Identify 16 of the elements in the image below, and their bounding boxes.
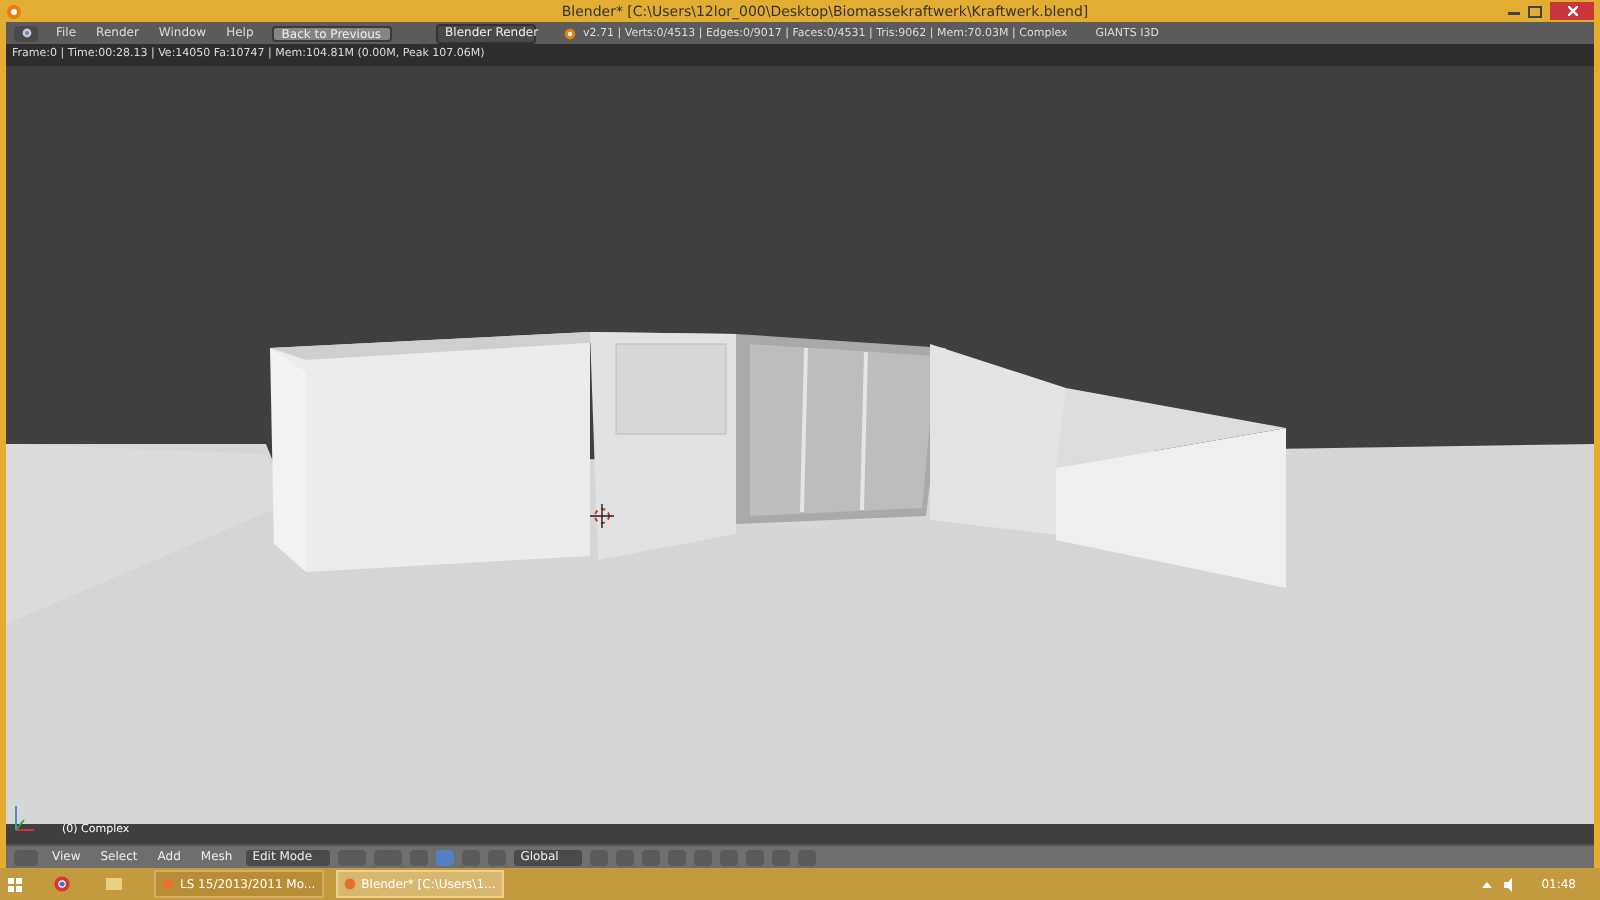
browser-icon[interactable] xyxy=(54,876,70,892)
maximize-icon[interactable] xyxy=(1528,5,1542,17)
blender-logo-icon xyxy=(563,27,576,39)
volume-icon[interactable] xyxy=(1503,877,1514,891)
app-icon xyxy=(162,878,174,890)
start-icon[interactable] xyxy=(8,877,22,891)
close-icon[interactable] xyxy=(1550,2,1594,20)
3d-cursor-icon xyxy=(590,504,614,528)
app-icon xyxy=(343,878,356,890)
tray-expand-icon[interactable] xyxy=(1481,879,1492,889)
select-mode-toggle[interactable] xyxy=(436,849,455,865)
blender-logo-icon xyxy=(6,3,22,19)
folder-icon[interactable] xyxy=(106,876,122,892)
select-mode-toggle[interactable] xyxy=(488,849,507,865)
axis-gizmo-icon xyxy=(14,802,34,832)
select-mode-toggle[interactable] xyxy=(462,849,481,865)
